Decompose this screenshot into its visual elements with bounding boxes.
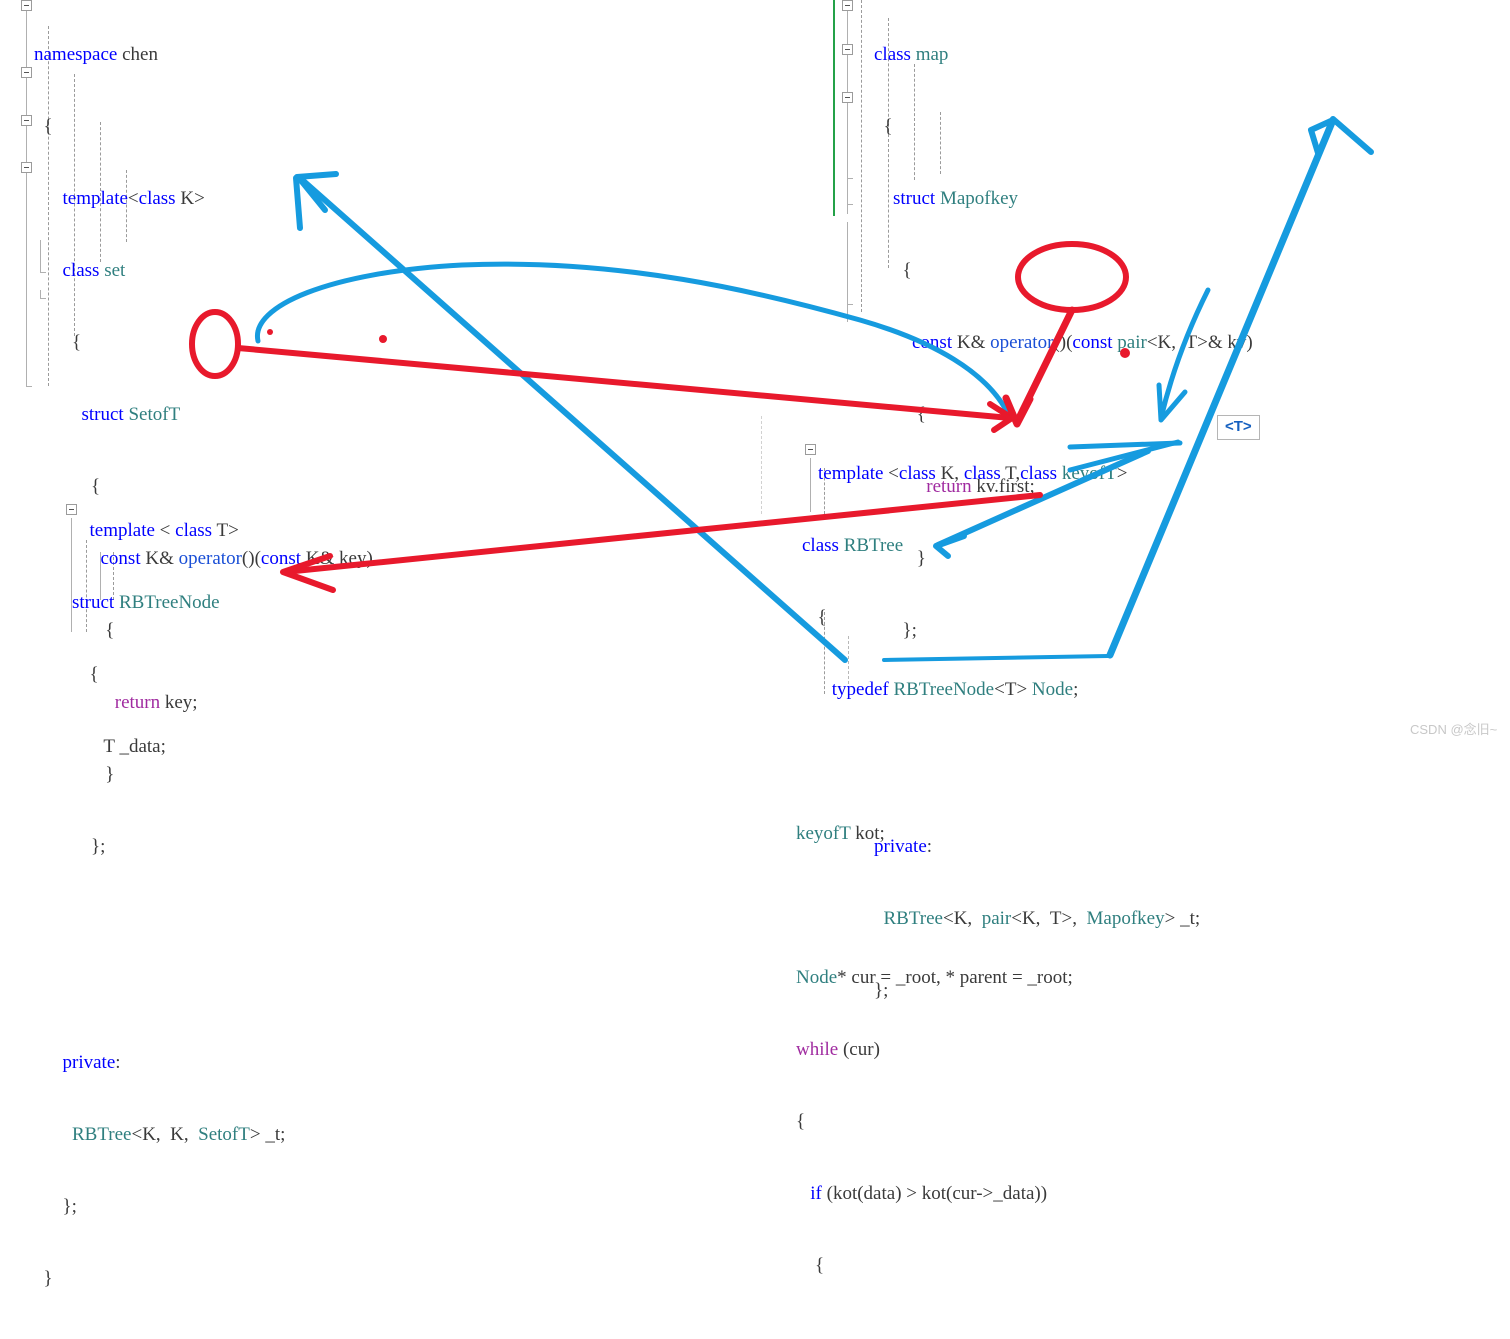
code-line: while (cur): [796, 1039, 880, 1060]
tooltip-label: <T>: [1225, 418, 1252, 435]
code-line: {: [808, 607, 827, 628]
code-line: template < class T>: [89, 520, 239, 541]
fold-toggle-class-rbtree[interactable]: [805, 444, 816, 455]
code-line: {: [796, 1111, 806, 1132]
fold-toggle-class-map[interactable]: [842, 0, 853, 11]
code-line: {: [796, 1255, 825, 1276]
code-line: keyofT kot;: [796, 823, 885, 844]
outline-guide-namespace: [26, 8, 27, 386]
rbtree-outline-guide: [810, 458, 811, 512]
fold-toggle-struct-setoft[interactable]: [21, 115, 32, 126]
code-line: struct Mapofkey: [893, 188, 1019, 209]
map-outline-guide: [847, 8, 848, 214]
code-line: const K& operator()(const pair<K, T>& kv…: [912, 332, 1253, 353]
blue-arrow-to-map-operator-head-right: [1330, 116, 1374, 155]
code-line: {: [855, 116, 893, 137]
map-outline-end-1: [847, 170, 853, 179]
outline-guide-namespace-end: [26, 378, 32, 387]
code-line: };: [34, 1196, 77, 1217]
code-line: namespace chen: [34, 44, 158, 65]
code-line: template<class K>: [62, 188, 205, 209]
csdn-watermark: CSDN @念旧~: [1410, 722, 1498, 737]
code-line: }: [34, 1268, 53, 1289]
code-line: T _data;: [103, 736, 166, 757]
code-line: {: [855, 260, 912, 281]
fold-toggle-class-set[interactable]: [21, 67, 32, 78]
code-line: RBTree<K, K, SetofT> _t;: [72, 1124, 286, 1145]
changed-lines-indicator: [833, 0, 835, 216]
rbtree-class-code-block[interactable]: template <class K, class T,class keyofT>…: [796, 414, 1128, 1326]
fold-toggle-struct-mapofkey[interactable]: [842, 44, 853, 55]
screenshot-root: namespace chen { template<class K> class…: [0, 0, 1510, 1289]
code-line: {: [80, 664, 99, 685]
blue-arrow-to-map-operator-head-left: [1308, 117, 1336, 156]
code-line: template <class K, class T,class keyofT>: [818, 463, 1128, 484]
code-line: class RBTree: [802, 535, 904, 556]
rbtree-indent-guide-0: [761, 416, 762, 514]
code-line: struct RBTreeNode: [72, 592, 220, 613]
code-line: };: [34, 836, 106, 857]
code-line: private:: [62, 1052, 121, 1073]
code-line: if (kot(data) > kot(cur->_data)): [810, 1183, 1048, 1204]
code-line: {: [34, 332, 82, 353]
map-outline-end-3: [847, 296, 853, 305]
fold-toggle-namespace[interactable]: [21, 0, 32, 11]
code-line: class map: [874, 44, 949, 65]
rbtreenode-struct-code-block[interactable]: template < class T> struct RBTreeNode { …: [72, 471, 239, 807]
code-line: Node* cur = _root, * parent = _root;: [796, 967, 1073, 988]
code-line: class set: [62, 260, 126, 281]
code-line: {: [34, 116, 53, 137]
map-outline-end-2: [847, 196, 853, 205]
fold-toggle-operator-map[interactable]: [842, 92, 853, 103]
map-outline-guide-2: [847, 222, 848, 322]
code-line: struct SetofT: [81, 404, 181, 425]
type-hint-tooltip: <T>: [1217, 415, 1260, 440]
code-line: typedef RBTreeNode<T> Node;: [831, 679, 1079, 700]
red-dot-left: [379, 335, 387, 343]
fold-toggle-operator-set[interactable]: [21, 162, 32, 173]
blue-arrow-long-diagonal: [297, 175, 848, 663]
